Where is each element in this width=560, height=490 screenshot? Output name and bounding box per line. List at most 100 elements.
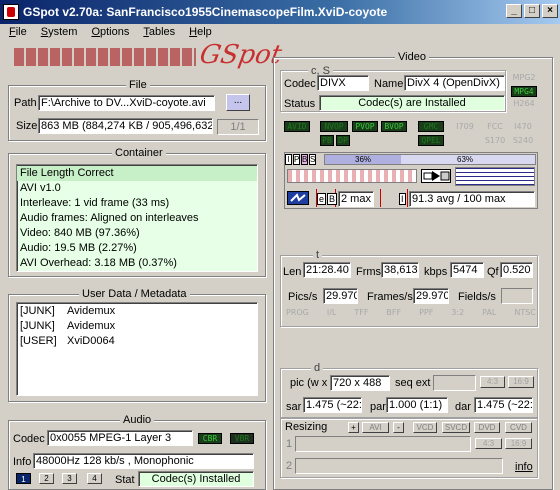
audio-stat-field: Codec(s) Installed: [138, 471, 254, 487]
gmc-flag: GMC: [418, 121, 444, 132]
resize-svcd-button[interactable]: SVCD: [442, 422, 470, 433]
path-field[interactable]: F:\Archive to DV...XviD-coyote.avi: [38, 95, 215, 111]
userdata-list[interactable]: [JUNK] Avidemux [JUNK] Avidemux [USER] XviD…: [16, 302, 258, 396]
qf-field: 0.520: [500, 262, 533, 278]
scan-flags: PROG I/L TFF BFF PPF 3:2 PAL NTSC: [286, 308, 536, 320]
audio-tab-4[interactable]: 4: [87, 473, 102, 484]
dar-field: 1.475 (~22:: [474, 397, 533, 413]
pic-label: pic (w x: [290, 377, 328, 389]
pvop-flag: PVOP: [352, 121, 378, 132]
bitrate-field: 91.3 avg / 100 max: [409, 191, 535, 207]
list-item: [USER] XviD0064: [17, 334, 257, 349]
prog-flag: PROG: [286, 308, 309, 317]
audio-tab-3[interactable]: 3: [62, 473, 77, 484]
s170-flag: S170: [484, 136, 506, 145]
browse-button[interactable]: ...: [226, 94, 250, 111]
container-group-title: Container: [112, 147, 166, 159]
audio-group-title: Audio: [120, 414, 155, 426]
fcc-flag: FCC: [487, 122, 503, 131]
window-title: GSpot v2.70a: SanFrancisco1955Cinemascop…: [23, 5, 388, 19]
resize-minus-button[interactable]: -: [393, 422, 404, 433]
play-icon[interactable]: [421, 169, 451, 183]
seqext-label: seq ext: [395, 377, 431, 389]
p-frame-indicator: P: [293, 154, 300, 165]
fields-field: [501, 288, 533, 304]
maximize-button[interactable]: □: [524, 4, 540, 18]
e-box: e: [317, 193, 327, 205]
nvop-flag: NVOP: [320, 121, 348, 132]
info-link[interactable]: info: [515, 461, 533, 473]
aspect-169-button[interactable]: 16:9: [508, 376, 534, 388]
mpg4-indicator: MPG4: [511, 86, 537, 97]
app-icon: [3, 4, 19, 20]
video-group-title: Video: [395, 51, 429, 63]
s240-flag: S240: [512, 136, 534, 145]
resize-row1-field: [295, 436, 471, 452]
resize-dvd-button[interactable]: DVD: [474, 422, 500, 433]
resize-row2-label: 2: [286, 460, 293, 472]
pics-label: Pics/s: [288, 291, 318, 303]
row-tag: [JUNK]: [20, 320, 55, 332]
list-item: AVI Overhead: 3.18 MB (0.37%): [20, 257, 177, 269]
h264-indicator: H264: [513, 99, 535, 108]
frms-field: 38,613: [381, 262, 419, 278]
pal-flag: PAL: [482, 308, 497, 317]
row-value: XviD0064: [67, 335, 115, 347]
len-label: Len: [283, 266, 302, 278]
resize-cvd-button[interactable]: CVD: [505, 422, 532, 433]
menu-help[interactable]: Help: [180, 24, 217, 41]
qf-label: Qf: [487, 266, 499, 278]
b-box: B: [327, 193, 338, 205]
minimize-button[interactable]: _: [506, 4, 522, 18]
frame-type-bar: 36% 63%: [324, 154, 536, 165]
list-item: File Length Correct: [17, 166, 257, 181]
resize-avi-button[interactable]: AVI: [362, 422, 389, 433]
audio-codec-label: Codec: [13, 433, 45, 445]
tff-flag: TFF: [354, 308, 369, 317]
pct2-label: 63%: [457, 155, 474, 164]
frms-label: Frms: [356, 266, 382, 278]
resize-169-button[interactable]: 16:9: [505, 438, 532, 449]
qpel-flag: QPEL: [418, 135, 444, 146]
userdata-group-title: User Data / Metadata: [79, 288, 190, 300]
interlaced-flag: I/L: [326, 308, 337, 317]
menu-options[interactable]: Options: [82, 24, 134, 41]
video-name-label: Name: [374, 78, 404, 90]
list-item: AVI v1.0: [20, 182, 61, 194]
video-codec-label: Codec: [284, 78, 316, 90]
len-field: 21:28.40: [303, 262, 351, 278]
video-codec-field: DIVX: [317, 75, 369, 91]
container-list[interactable]: File Length Correct AVI v1.0 Interleave:…: [16, 164, 258, 272]
menu-system[interactable]: System: [32, 24, 83, 41]
resize-43-button[interactable]: 4:3: [475, 438, 502, 449]
b-frame-indicator: B: [301, 154, 308, 165]
list-item: [JUNK] Avidemux: [17, 319, 257, 334]
frames-field: 29.970: [413, 288, 449, 304]
resize-vcd-button[interactable]: VCD: [413, 422, 437, 433]
fields-label: Fields/s: [458, 291, 496, 303]
mpg2-indicator: MPG2: [512, 73, 536, 82]
list-item: Audio frames: Aligned on interleaves: [20, 212, 199, 224]
row-value: Avidemux: [67, 305, 116, 317]
bvop-flag: BVOP: [381, 121, 407, 132]
close-button[interactable]: ×: [542, 4, 558, 18]
ppf-flag: PPF: [419, 308, 434, 317]
bff-flag: BFF: [386, 308, 402, 317]
menu-tables[interactable]: Tables: [134, 24, 180, 41]
bitrate-graph: [455, 167, 535, 186]
resize-plus-button[interactable]: +: [348, 422, 359, 433]
pic-field: 720 x 488: [330, 375, 390, 391]
audio-tab-2[interactable]: 2: [39, 473, 54, 484]
audio-tab-1[interactable]: 1: [16, 473, 31, 484]
video-status-field: Codec(s) are Installed: [319, 95, 505, 111]
resize-row2-field: [295, 458, 503, 474]
aspect-43-button[interactable]: 4:3: [480, 376, 505, 388]
menu-file[interactable]: File: [0, 24, 32, 41]
pics-field: 29.970: [323, 288, 358, 304]
par-label: par: [370, 401, 386, 413]
dp-flag: DP: [336, 135, 350, 146]
audio-codec-field: 0x0055 MPEG-1 Layer 3: [47, 430, 193, 446]
s-frame-indicator: S: [309, 154, 316, 165]
size-label: Size: [16, 120, 38, 132]
i709-flag: I709: [456, 122, 474, 131]
